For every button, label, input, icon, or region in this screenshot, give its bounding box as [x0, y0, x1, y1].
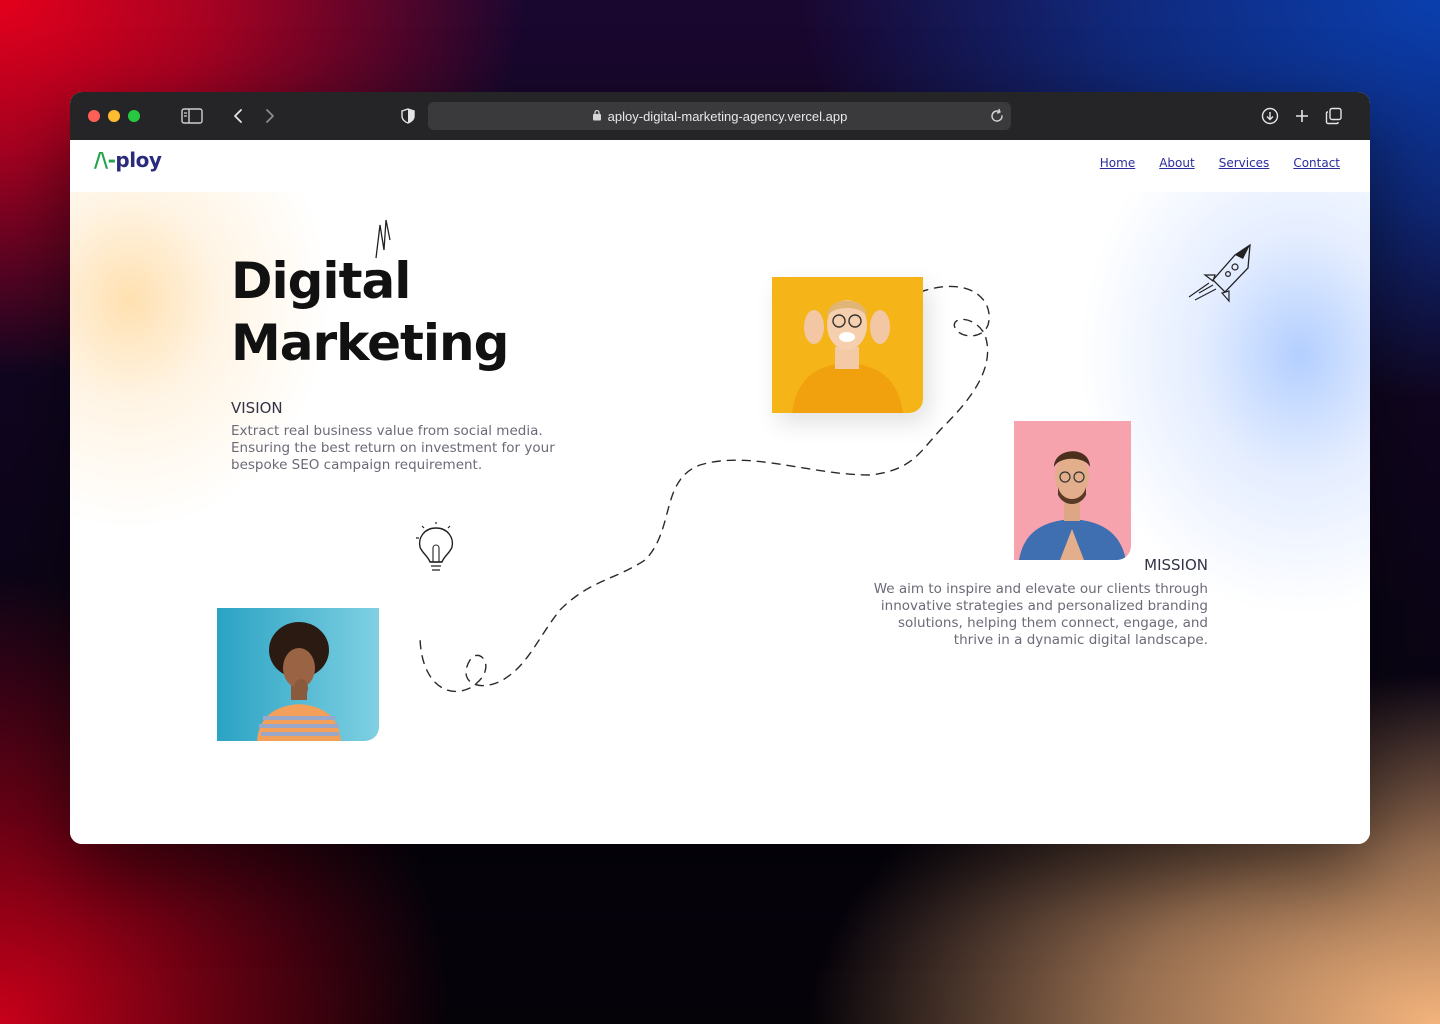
- lightbulb-icon: [416, 522, 454, 571]
- mission-heading: MISSION: [1144, 556, 1208, 574]
- hero-title-line-2: Marketing: [231, 314, 509, 372]
- shield-icon[interactable]: [396, 104, 420, 128]
- download-icon[interactable]: [1258, 104, 1282, 128]
- hero-title-line-1: Digital: [231, 252, 411, 310]
- zoom-window-button[interactable]: [128, 110, 140, 122]
- minimize-window-button[interactable]: [108, 110, 120, 122]
- vision-heading: VISION: [231, 399, 283, 417]
- hero-title: Digital Marketing: [231, 250, 509, 374]
- reload-icon[interactable]: [989, 108, 1005, 127]
- sidebar-icon[interactable]: [180, 104, 204, 128]
- forward-icon[interactable]: [258, 104, 282, 128]
- vision-text: Extract real business value from social …: [231, 423, 555, 473]
- address-bar[interactable]: aploy-digital-marketing-agency.vercel.ap…: [428, 102, 1011, 130]
- close-window-button[interactable]: [88, 110, 100, 122]
- browser-toolbar: aploy-digital-marketing-agency.vercel.ap…: [70, 92, 1370, 140]
- tabs-overview-icon[interactable]: [1322, 104, 1346, 128]
- woman-blue-background-photo: [217, 608, 379, 741]
- browser-window: aploy-digital-marketing-agency.vercel.ap…: [70, 92, 1370, 844]
- back-icon[interactable]: [226, 104, 250, 128]
- rocket-icon: [1188, 243, 1251, 303]
- man-pink-background-photo: [1014, 421, 1131, 560]
- url-text: aploy-digital-marketing-agency.vercel.ap…: [607, 108, 848, 124]
- mission-text: We aim to inspire and elevate our client…: [873, 581, 1208, 648]
- new-tab-icon[interactable]: [1290, 104, 1314, 128]
- lock-icon: [592, 109, 602, 124]
- web-page: /\-ploy Home About Services Contact Digi…: [70, 140, 1370, 844]
- woman-yellow-sweater-photo: [772, 277, 923, 413]
